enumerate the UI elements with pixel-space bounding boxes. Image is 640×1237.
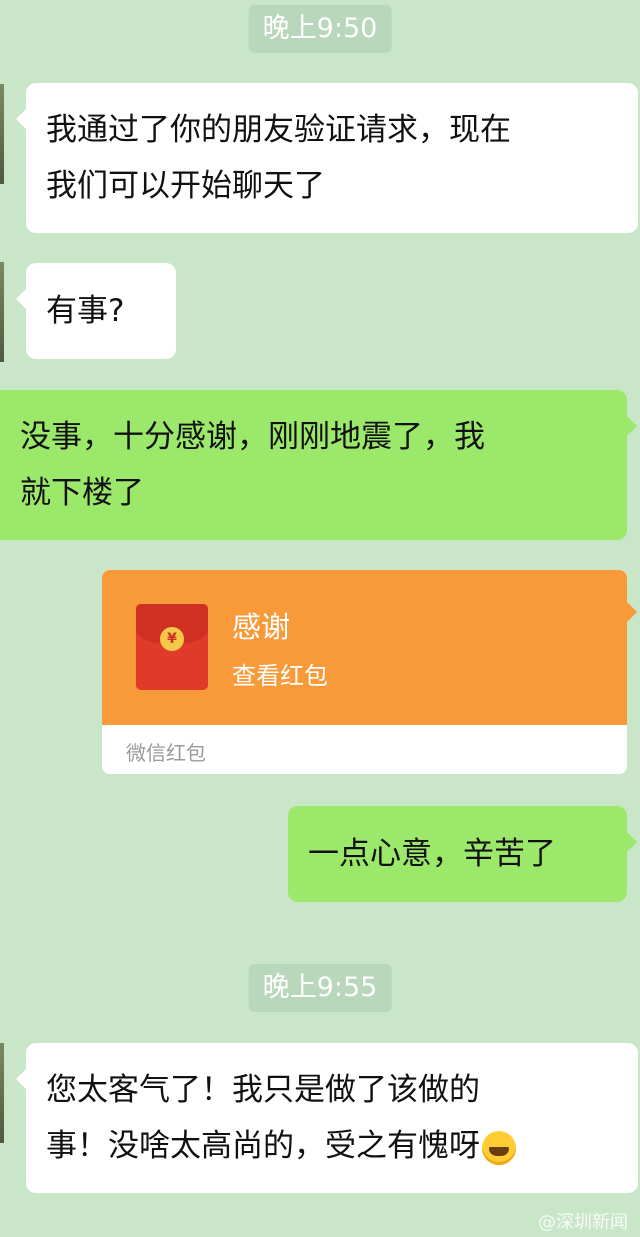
message-line: 就下楼了 — [20, 475, 144, 511]
red-packet-footer: 微信红包 — [126, 741, 206, 765]
coin-icon: ¥ — [160, 627, 184, 651]
red-packet-title: 感谢 — [232, 610, 291, 644]
message-text: 事！没啥太高尚的，受之有愧呀 — [46, 1128, 480, 1164]
message-line: 我通过了你的朋友验证请求，现在 — [46, 112, 511, 148]
message-line: 有事? — [46, 293, 125, 329]
message-bubble-outgoing[interactable]: 没事，十分感谢，刚刚地震了，我 就下楼了 — [0, 390, 637, 540]
avatar[interactable] — [0, 262, 4, 362]
message-line: 没事，十分感谢，刚刚地震了，我 — [20, 419, 485, 455]
crying-laughing-emoji-icon — [482, 1130, 516, 1165]
avatar[interactable] — [0, 1043, 4, 1143]
message-bubble-incoming[interactable]: 有事? — [16, 263, 176, 359]
timestamp: 晚上9:55 — [248, 964, 392, 1012]
message-bubble-incoming[interactable]: 您太客气了！我只是做了该做的 事！没啥太高尚的，受之有愧呀 — [16, 1043, 638, 1193]
message-line: 一点心意，辛苦了 — [308, 836, 556, 872]
timestamp: 晚上9:50 — [248, 5, 392, 53]
red-packet-tail — [627, 602, 637, 622]
message-bubble-outgoing[interactable]: 一点心意，辛苦了 — [288, 806, 637, 902]
message-bubble-incoming[interactable]: 我通过了你的朋友验证请求，现在 我们可以开始聊天了 — [16, 83, 638, 233]
red-packet-subtitle: 查看红包 — [232, 662, 328, 690]
message-line: 您太客气了！我只是做了该做的 — [46, 1072, 480, 1108]
message-line: 我们可以开始聊天了 — [46, 168, 325, 204]
red-packet-card[interactable]: ¥ 感谢 查看红包 微信红包 — [102, 570, 627, 774]
avatar[interactable] — [0, 84, 4, 184]
watermark: @深圳新闻 — [538, 1212, 628, 1233]
red-envelope-icon: ¥ — [136, 604, 208, 690]
message-line: 事！没啥太高尚的，受之有愧呀 — [46, 1118, 618, 1174]
